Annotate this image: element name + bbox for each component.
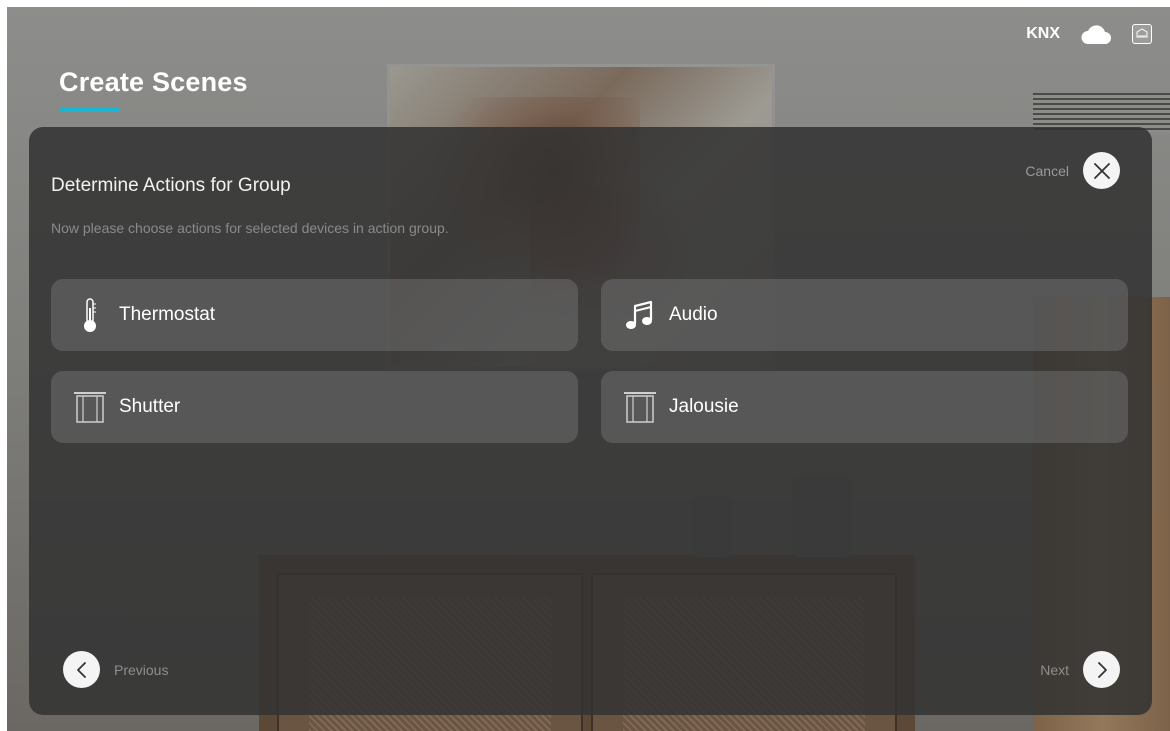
device-tile-shutter[interactable]: Shutter	[51, 371, 578, 443]
page-title: Create Scenes	[59, 67, 248, 97]
previous-label: Previous	[114, 661, 169, 678]
cloud-icon[interactable]	[1080, 23, 1112, 45]
device-label: Shutter	[119, 396, 181, 417]
next-button[interactable]: Next	[1040, 651, 1120, 688]
device-label: Audio	[669, 304, 718, 325]
next-label: Next	[1040, 661, 1069, 678]
device-label: Jalousie	[669, 396, 739, 417]
previous-button[interactable]: Previous	[63, 651, 168, 688]
gateway-icon[interactable]	[1132, 24, 1152, 44]
music-note-icon	[621, 296, 659, 334]
close-icon[interactable]	[1083, 152, 1120, 189]
device-tile-jalousie[interactable]: Jalousie	[601, 371, 1128, 443]
thermometer-icon	[71, 296, 109, 334]
title-underline	[59, 108, 120, 112]
jalousie-icon	[621, 388, 659, 426]
dialog-title: Determine Actions for Group	[51, 175, 291, 196]
chevron-left-icon[interactable]	[63, 651, 100, 688]
actions-dialog: Determine Actions for Group Now please c…	[29, 127, 1152, 715]
knx-label: KNX	[1026, 25, 1060, 42]
cancel-label: Cancel	[1025, 162, 1069, 179]
dialog-subtitle: Now please choose actions for selected d…	[51, 220, 449, 236]
chevron-right-icon[interactable]	[1083, 651, 1120, 688]
device-label: Thermostat	[119, 304, 216, 325]
cancel-button[interactable]: Cancel	[1025, 152, 1120, 189]
device-tile-thermostat[interactable]: Thermostat	[51, 279, 578, 351]
device-tile-audio[interactable]: Audio	[601, 279, 1128, 351]
status-bar: KNX	[1026, 23, 1152, 45]
shutter-icon	[71, 388, 109, 426]
